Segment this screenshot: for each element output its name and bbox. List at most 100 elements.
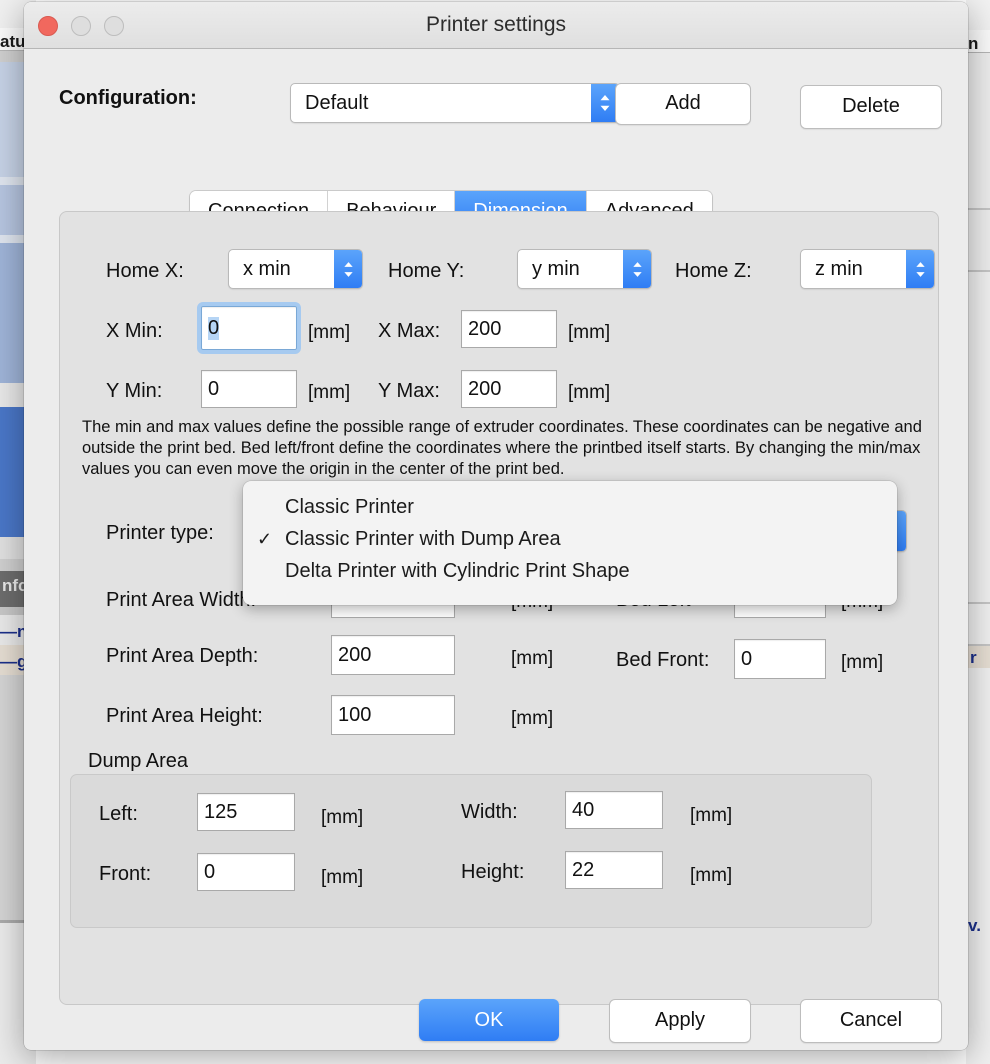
printer-settings-dialog: Printer settings Configuration: Default … xyxy=(24,2,968,1050)
dump-height-input[interactable]: 22 xyxy=(565,851,663,889)
configuration-row: Configuration: Default Add Delete xyxy=(24,79,968,123)
y-max-label: Y Max: xyxy=(378,380,440,403)
print-area-height-label: Print Area Height: xyxy=(106,705,263,728)
menu-item-classic-printer-with-dump-area[interactable]: ✓ Classic Printer with Dump Area xyxy=(243,523,897,555)
delete-button-label: Delete xyxy=(842,95,900,117)
dump-left-unit: [mm] xyxy=(321,807,363,829)
dump-front-label: Front: xyxy=(99,863,151,886)
dimension-panel: Home X: x min Home Y: y min xyxy=(59,211,939,1005)
bed-front-label: Bed Front: xyxy=(616,649,709,672)
home-x-label: Home X: xyxy=(106,260,184,283)
x-max-label: X Max: xyxy=(378,320,440,343)
dump-front-input[interactable]: 0 xyxy=(197,853,295,891)
close-button-icon[interactable] xyxy=(38,16,58,36)
print-area-height-input[interactable]: 100 xyxy=(331,695,455,735)
dump-left-input[interactable]: 125 xyxy=(197,793,295,831)
dump-front-unit: [mm] xyxy=(321,867,363,889)
x-min-input[interactable]: 0 xyxy=(201,306,297,350)
minimize-button-icon[interactable] xyxy=(71,16,91,36)
cancel-button-label: Cancel xyxy=(840,1009,902,1031)
chevron-updown-icon[interactable] xyxy=(906,250,934,288)
add-button-label: Add xyxy=(665,92,701,114)
bed-front-unit: [mm] xyxy=(841,652,883,674)
y-max-unit: [mm] xyxy=(568,382,610,404)
dump-width-unit: [mm] xyxy=(690,805,732,827)
menu-item-classic-printer[interactable]: Classic Printer xyxy=(243,491,897,523)
ok-button[interactable]: OK xyxy=(419,999,559,1041)
x-min-label: X Min: xyxy=(106,320,163,343)
print-area-depth-unit: [mm] xyxy=(511,648,553,670)
home-y-select-value: y min xyxy=(532,250,580,288)
x-min-input-value: 0 xyxy=(208,317,219,340)
background-band xyxy=(966,272,990,602)
background-band xyxy=(966,604,990,644)
background-text-fragment: v. xyxy=(968,916,981,936)
y-min-label: Y Min: xyxy=(106,380,162,403)
dump-height-unit: [mm] xyxy=(690,865,732,887)
add-button[interactable]: Add xyxy=(615,83,751,125)
bed-front-input-value: 0 xyxy=(741,648,752,671)
menu-item-label: Classic Printer xyxy=(285,496,414,518)
dump-left-label: Left: xyxy=(99,803,138,826)
home-y-label: Home Y: xyxy=(388,260,464,283)
title-bar[interactable]: Printer settings xyxy=(24,2,968,49)
print-area-height-unit: [mm] xyxy=(511,708,553,730)
dump-width-input[interactable]: 40 xyxy=(565,791,663,829)
background-text-fragment: n xyxy=(968,34,978,54)
home-y-select[interactable]: y min xyxy=(517,249,652,289)
menu-item-delta-printer-cylindric[interactable]: Delta Printer with Cylindric Print Shape xyxy=(243,555,897,587)
home-z-label: Home Z: xyxy=(675,260,752,283)
dimension-help-text: The min and max values define the possib… xyxy=(82,417,922,480)
dump-area-group: Left: 125 [mm] Width: 40 [mm] Front: 0 [… xyxy=(70,774,872,928)
configuration-select[interactable]: Default xyxy=(290,83,620,123)
check-icon: ✓ xyxy=(257,523,272,555)
print-area-height-input-value: 100 xyxy=(338,704,371,727)
dump-width-label: Width: xyxy=(461,801,518,824)
menu-item-label: Classic Printer with Dump Area xyxy=(285,528,561,550)
background-text-fragment: atu xyxy=(0,32,26,52)
background-text-fragment: r xyxy=(970,648,977,668)
home-z-select-value: z min xyxy=(815,250,863,288)
configuration-label: Configuration: xyxy=(59,87,197,110)
bed-front-input[interactable]: 0 xyxy=(734,639,826,679)
y-min-input-value: 0 xyxy=(208,378,219,401)
background-band xyxy=(966,0,990,30)
chevron-updown-icon[interactable] xyxy=(623,250,651,288)
print-area-depth-label: Print Area Depth: xyxy=(106,645,258,668)
dump-area-group-title: Dump Area xyxy=(88,750,188,773)
background-band xyxy=(966,668,990,938)
dump-left-input-value: 125 xyxy=(204,801,237,824)
home-x-select-value: x min xyxy=(243,250,291,288)
y-max-input[interactable]: 200 xyxy=(461,370,557,408)
apply-button-label: Apply xyxy=(655,1009,705,1031)
background-band xyxy=(966,53,990,208)
window-title: Printer settings xyxy=(24,2,968,48)
zoom-button-icon[interactable] xyxy=(104,16,124,36)
y-min-input[interactable]: 0 xyxy=(201,370,297,408)
dump-height-label: Height: xyxy=(461,861,524,884)
dump-height-input-value: 22 xyxy=(572,859,594,882)
x-max-input[interactable]: 200 xyxy=(461,310,557,348)
background-band xyxy=(966,938,990,1064)
chevron-updown-icon[interactable] xyxy=(334,250,362,288)
y-min-unit: [mm] xyxy=(308,382,350,404)
x-max-unit: [mm] xyxy=(568,322,610,344)
x-min-unit: [mm] xyxy=(308,322,350,344)
apply-button[interactable]: Apply xyxy=(609,999,751,1043)
printer-type-label: Printer type: xyxy=(106,522,214,545)
dump-front-input-value: 0 xyxy=(204,861,215,884)
print-area-depth-input-value: 200 xyxy=(338,644,371,667)
configuration-select-value: Default xyxy=(305,84,368,122)
delete-button[interactable]: Delete xyxy=(800,85,942,129)
y-max-input-value: 200 xyxy=(468,378,501,401)
printer-type-dropdown-menu[interactable]: Classic Printer ✓ Classic Printer with D… xyxy=(243,481,897,605)
x-max-input-value: 200 xyxy=(468,318,501,341)
print-area-width-label: Print Area Width: xyxy=(106,589,256,612)
ok-button-label: OK xyxy=(475,1009,504,1031)
home-z-select[interactable]: z min xyxy=(800,249,935,289)
background-band xyxy=(966,210,990,270)
dump-width-input-value: 40 xyxy=(572,799,594,822)
cancel-button[interactable]: Cancel xyxy=(800,999,942,1043)
home-x-select[interactable]: x min xyxy=(228,249,363,289)
print-area-depth-input[interactable]: 200 xyxy=(331,635,455,675)
